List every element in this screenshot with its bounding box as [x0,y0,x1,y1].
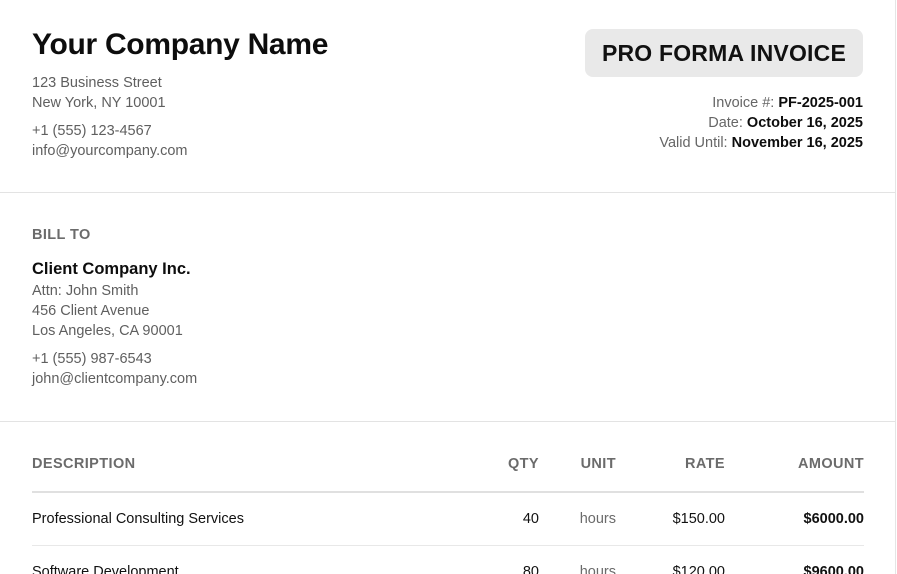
item-amount: $9600.00 [725,545,864,574]
invoice-date: October 16, 2025 [746,115,863,131]
items-header-row: DESCRIPTION QTY UNIT RATE AMOUNT [32,451,864,493]
company-name: Your Company Name [32,28,329,61]
header-amount: AMOUNT [725,451,864,493]
item-rate: $150.00 [616,492,725,546]
header-description: DESCRIPTION [32,451,472,493]
invoice-valid-until: November 16, 2025 [731,135,863,151]
item-qty: 40 [472,492,539,546]
company-email: info@yourcompany.com [32,143,188,159]
item-rate: $120.00 [616,545,725,574]
company-info: 123 Business Street New York, NY 10001 +… [32,73,188,161]
item-qty: 80 [472,545,539,574]
invoice-number-label: Invoice #: [712,95,775,111]
items-table: DESCRIPTION QTY UNIT RATE AMOUNT Profess… [32,451,864,574]
bill-to-section: BILL TO Client Company Inc. Attn: John S… [0,193,895,422]
invoice-date-row: Date: October 16, 2025 [659,113,863,133]
client-city: Los Angeles, CA 90001 [32,323,183,339]
client-attn: Attn: John Smith [32,283,139,299]
table-row: Professional Consulting Services 40 hour… [32,492,864,546]
company-phone: +1 (555) 123-4567 [32,123,152,139]
item-unit: hours [539,545,616,574]
header-unit: UNIT [539,451,616,493]
invoice-valid-row: Valid Until: November 16, 2025 [659,133,863,153]
item-description: Professional Consulting Services [32,492,472,546]
invoice-valid-label: Valid Until: [659,135,728,151]
company-city: New York, NY 10001 [32,95,166,111]
invoice-number-row: Invoice #: PF-2025-001 [659,93,863,113]
header-qty: QTY [472,451,539,493]
company-street: 123 Business Street [32,75,162,91]
invoice-page: Your Company Name 123 Business Street Ne… [0,0,896,574]
client-email: john@clientcompany.com [32,371,198,387]
item-amount: $6000.00 [725,492,864,546]
client-name: Client Company Inc. [32,260,191,278]
client-info: Attn: John Smith 456 Client Avenue Los A… [32,281,197,389]
invoice-header: Your Company Name 123 Business Street Ne… [0,0,895,193]
client-phone: +1 (555) 987-6543 [32,351,152,367]
invoice-number: PF-2025-001 [778,95,863,111]
item-unit: hours [539,492,616,546]
invoice-title-badge: PRO FORMA INVOICE [584,29,863,77]
table-row: Software Development 80 hours $120.00 $9… [32,545,864,574]
item-description: Software Development [32,545,472,574]
header-rate: RATE [616,451,725,493]
invoice-meta: Invoice #: PF-2025-001 Date: October 16,… [659,93,863,153]
client-street: 456 Client Avenue [32,303,150,319]
bill-to-label: BILL TO [32,227,91,243]
invoice-date-label: Date: [708,115,743,131]
